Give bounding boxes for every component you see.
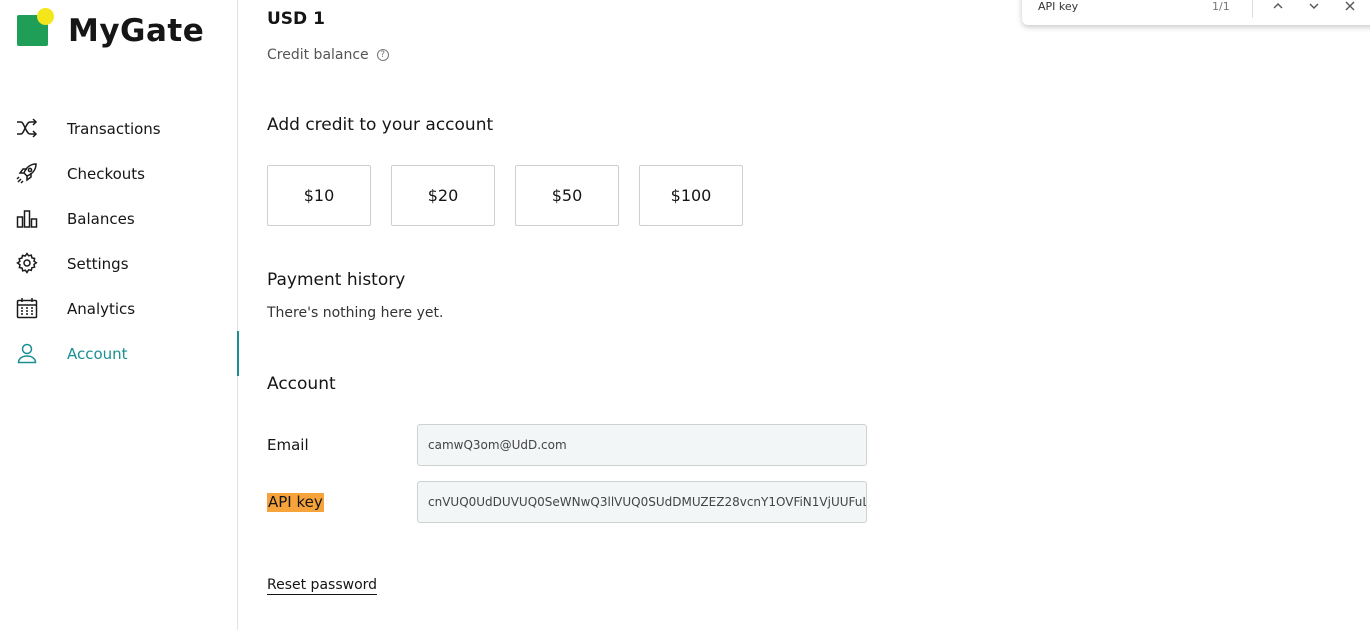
shuffle-icon [16,117,38,139]
sidebar-item-label: Checkouts [67,164,145,183]
find-in-page-bar: API key 1/1 [1022,0,1370,25]
sidebar-item-analytics[interactable]: Analytics [0,286,238,331]
sidebar-item-transactions[interactable]: Transactions [0,106,238,151]
credit-amount-options: $10 $20 $50 $100 [267,165,763,226]
sidebar-item-label: Transactions [67,119,161,138]
sidebar-item-settings[interactable]: Settings [0,241,238,286]
sidebar-item-label: Account [67,344,128,363]
find-divider [1252,0,1253,18]
main-content: USD 1 Credit balance ? Add credit to you… [267,0,1367,630]
email-label: Email [267,436,309,454]
brand-name: MyGate [68,13,205,49]
sidebar-item-checkouts[interactable]: Checkouts [0,151,238,196]
find-match-count: 1/1 [1212,0,1230,13]
help-icon[interactable]: ? [376,49,389,61]
logo[interactable]: MyGate [17,7,204,49]
credit-balance-label: Credit balance [267,47,369,63]
bar-chart-icon [16,207,38,229]
find-previous-icon[interactable] [1270,0,1286,14]
balance-amount: USD 1 [267,9,325,29]
user-icon [16,342,38,364]
add-credit-50-button[interactable]: $50 [515,165,619,226]
payment-history-title: Payment history [267,270,406,290]
sidebar-item-balances[interactable]: Balances [0,196,238,241]
email-field[interactable]: cam⁣⁣wQ3om@UdD⁣.com [417,424,867,466]
find-query-input[interactable]: API key [1038,0,1078,13]
rocket-icon [16,162,38,184]
add-credit-100-button[interactable]: $100 [639,165,743,226]
sidebar: MyGate Transactions Checkouts Balances S… [0,0,239,630]
payment-history-empty: There's nothing here yet. [267,305,444,321]
credit-balance-row: Credit balance ? [267,47,389,63]
account-section-title: Account [267,374,336,394]
add-credit-title: Add credit to your account [267,115,494,135]
sidebar-item-label: Settings [67,254,129,273]
api-key-label: API key [267,493,324,512]
calendar-icon [16,297,38,319]
sidebar-item-label: Balances [67,209,135,228]
logo-mark-icon [17,8,57,48]
sidebar-item-label: Analytics [67,299,136,318]
close-icon[interactable] [1342,0,1358,14]
add-credit-20-button[interactable]: $20 [391,165,495,226]
add-credit-10-button[interactable]: $10 [267,165,371,226]
api-key-field[interactable]: cnVUQ0UdDUVUQ0SeWNwQ3llVUQ0SUdDMUZEZ28vc… [417,481,867,523]
sidebar-nav: Transactions Checkouts Balances Settings… [0,106,239,376]
gear-icon [16,252,38,274]
find-next-icon[interactable] [1306,0,1322,14]
sidebar-item-account[interactable]: Account [0,331,239,376]
reset-password-link[interactable]: Reset password [267,577,378,595]
